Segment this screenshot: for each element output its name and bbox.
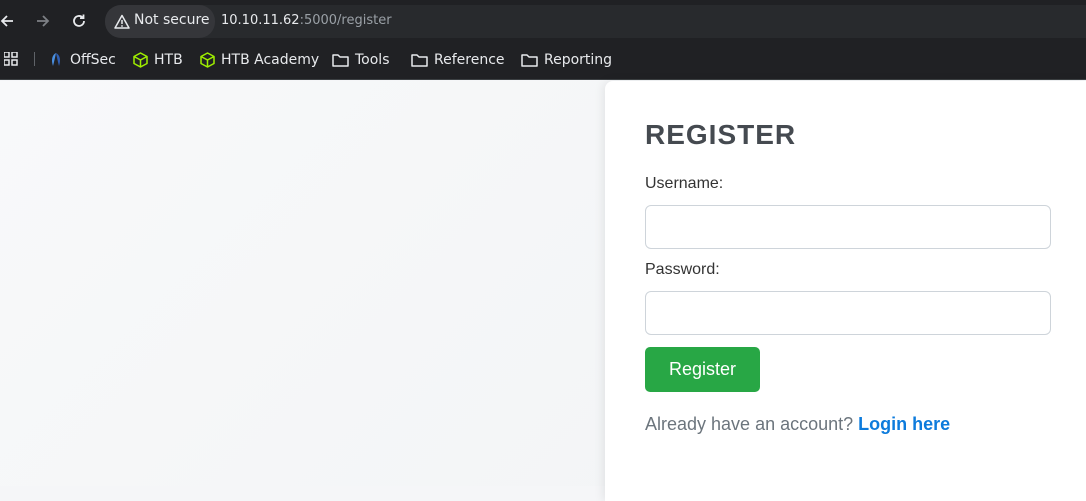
page-title: REGISTER (645, 119, 797, 150)
bookmark-htb-academy[interactable]: HTB Academy (200, 49, 319, 71)
url-text[interactable]: 10.10.11.62:5000/register (221, 13, 392, 28)
security-label: Not secure (134, 12, 210, 28)
url-path: :5000/register (299, 13, 392, 28)
bookmark-label: Reporting (544, 52, 613, 68)
bookmark-label: HTB (154, 52, 183, 68)
login-prompt-text: Already have an account? (645, 414, 854, 434)
bookmark-reference[interactable]: Reference (411, 49, 505, 71)
password-label: Password: (645, 261, 720, 278)
offsec-icon (52, 53, 60, 66)
username-input[interactable] (645, 205, 1051, 249)
htb-cube-icon (133, 52, 148, 68)
folder-icon (332, 54, 349, 67)
browser-toolbar: Not secure 10.10.11.62:5000/register (0, 0, 1086, 42)
url-host: 10.10.11.62 (221, 13, 300, 28)
folder-icon (521, 54, 538, 67)
bookmark-htb[interactable]: HTB (133, 49, 183, 71)
bookmark-label: OffSec (70, 52, 116, 68)
warning-triangle-icon (114, 14, 130, 29)
bookmark-tools[interactable]: Tools (332, 49, 390, 71)
apps-grid-icon[interactable] (4, 52, 18, 66)
bookmarks-separator (34, 52, 35, 66)
htb-cube-icon (200, 52, 215, 68)
bookmark-label: Tools (355, 52, 390, 68)
security-chip[interactable]: Not secure (105, 5, 215, 38)
forward-arrow-icon[interactable] (33, 11, 53, 31)
reload-icon[interactable] (69, 11, 89, 31)
login-prompt: Already have an account? Login here (645, 414, 950, 435)
back-arrow-icon[interactable] (0, 11, 17, 31)
bookmark-reporting[interactable]: Reporting (521, 49, 612, 71)
folder-icon (411, 54, 428, 67)
bookmark-offsec[interactable]: OffSec (48, 49, 116, 71)
register-card: REGISTER Username: Password: Register Al… (605, 81, 1086, 501)
bookmark-label: HTB Academy (221, 52, 320, 68)
address-bar[interactable]: Not secure 10.10.11.62:5000/register (105, 5, 1086, 38)
login-link[interactable]: Login here (858, 414, 950, 434)
register-button[interactable]: Register (645, 347, 760, 392)
username-label: Username: (645, 175, 724, 192)
bookmark-label: Reference (434, 52, 505, 68)
password-input[interactable] (645, 291, 1051, 335)
